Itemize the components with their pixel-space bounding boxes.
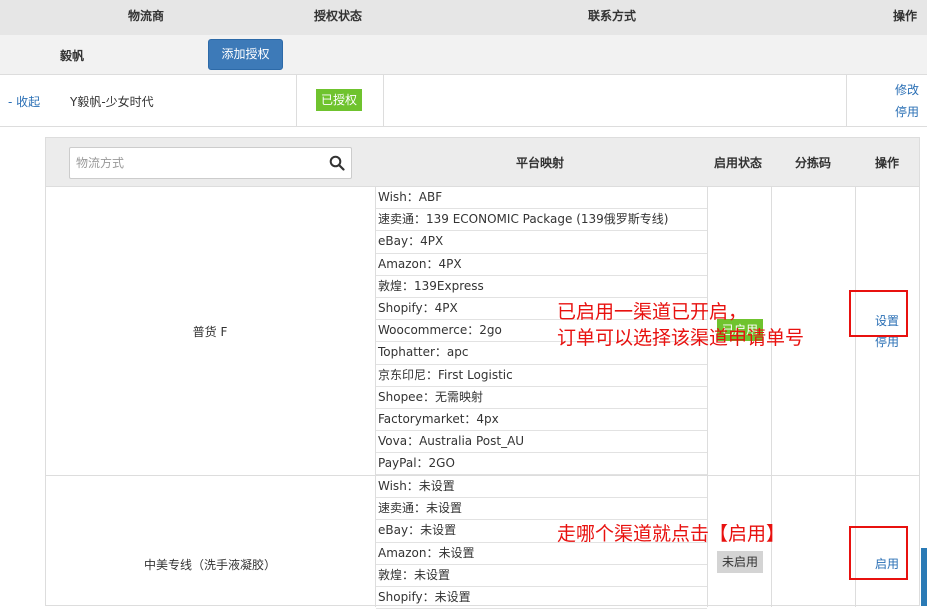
col-sub-ops: 操作 <box>875 156 900 170</box>
highlight-box <box>849 290 908 337</box>
annotation-line: 订单可以选择该渠道申请单号 <box>557 327 805 349</box>
shipping-method-name: 中美专线（洗手液凝胶） <box>143 558 276 572</box>
mapping-item: Wish：未设置 <box>376 476 707 499</box>
search-icon[interactable] <box>329 155 345 171</box>
account-name: Y毅帆-少女时代 <box>70 95 154 109</box>
mapping-item: 敦煌：139Express <box>376 276 707 298</box>
col-enable-status: 启用状态 <box>714 156 763 170</box>
mapping-item: 速卖通：未设置 <box>376 498 707 521</box>
provider-row: 毅帆 添加授权 <box>0 35 927 75</box>
mapping-item: 京东印尼：First Logistic <box>376 365 707 387</box>
auth-status-badge: 已授权 <box>316 89 362 111</box>
cell-divider <box>846 75 847 127</box>
search-input[interactable] <box>70 148 310 178</box>
mapping-item: Factorymarket：4px <box>376 409 707 432</box>
mapping-item: Wish：ABF <box>376 187 707 210</box>
highlight-box <box>849 526 908 580</box>
account-row: - 收起 Y毅帆-少女时代 已授权 修改 停用 <box>0 75 927 127</box>
collapse-link[interactable]: - 收起 <box>8 93 40 110</box>
cell-divider <box>383 75 384 127</box>
sub-table-header: 平台映射 启用状态 分拣码 操作 <box>46 138 919 187</box>
mapping-item: eBay：4PX <box>376 231 707 254</box>
col-ops: 操作 <box>893 9 918 23</box>
annotation-note-enable: 走哪个渠道就点击【启用】 <box>557 523 786 545</box>
scrollbar[interactable] <box>921 548 927 606</box>
col-contact: 联系方式 <box>588 9 637 23</box>
col-sort-code: 分拣码 <box>795 156 832 170</box>
col-carrier: 物流商 <box>128 9 165 23</box>
add-auth-button[interactable]: 添加授权 <box>208 39 283 70</box>
shipping-method-name: 普货 F <box>192 325 228 339</box>
col-auth-status: 授权状态 <box>314 9 363 23</box>
edit-account-link[interactable]: 修改 <box>895 81 919 98</box>
col-mapping: 平台映射 <box>516 156 565 170</box>
disable-account-link[interactable]: 停用 <box>895 103 919 120</box>
annotation-note-enabled: 已启用一渠道已开启， 订单可以选择该渠道申请单号 <box>557 299 804 351</box>
carrier-table-header: 物流商 授权状态 联系方式 操作 <box>0 0 927 35</box>
cell-divider <box>296 75 297 127</box>
mapping-item: 速卖通：139 ECONOMIC Package (139俄罗斯专线) <box>376 209 707 232</box>
disabled-status-badge: 未启用 <box>717 551 763 573</box>
provider-name: 毅帆 <box>60 49 85 63</box>
shipping-methods-panel: 平台映射 启用状态 分拣码 操作 普货 F Wish：ABF 速卖通：139 E… <box>45 137 920 609</box>
mapping-item: Amazon：4PX <box>376 254 707 276</box>
mapping-item: Shopee：无需映射 <box>376 387 707 409</box>
search-box <box>69 147 352 179</box>
mapping-item: Vova：Australia Post_AU <box>376 431 707 454</box>
mapping-item: 敦煌：未设置 <box>376 565 707 587</box>
annotation-line: 已启用一渠道已开启， <box>557 301 748 323</box>
mapping-item: PayPal：2GO <box>376 453 707 476</box>
